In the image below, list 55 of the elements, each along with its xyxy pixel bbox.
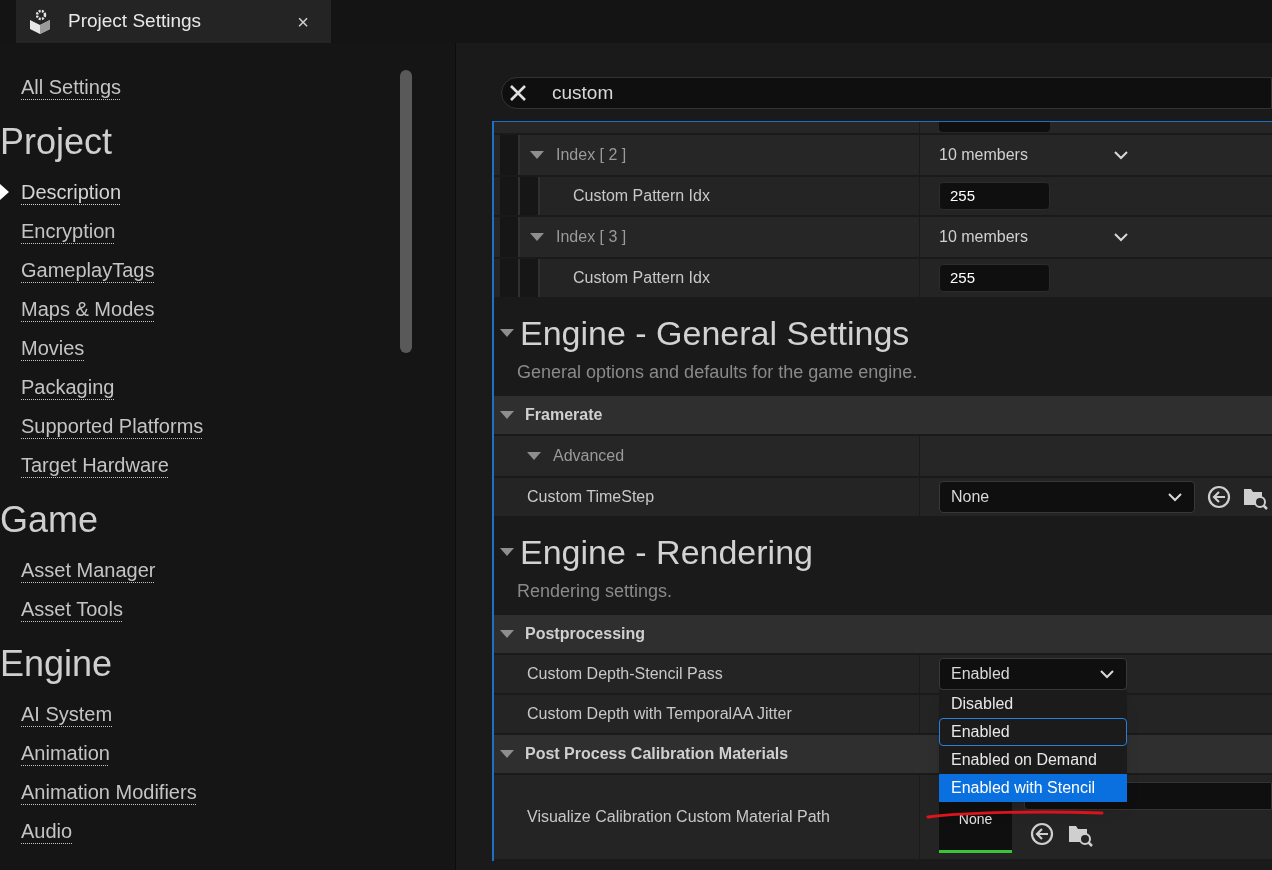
sidebar-link[interactable]: Animation Modifiers bbox=[21, 776, 197, 807]
chevron-down-icon bbox=[1099, 667, 1115, 681]
project-settings-tab[interactable]: Project Settings × bbox=[16, 0, 331, 43]
dropdown-option[interactable]: Enabled bbox=[939, 718, 1127, 746]
selection-arrow-icon bbox=[0, 183, 9, 200]
sidebar-link[interactable]: Supported Platforms bbox=[21, 410, 204, 441]
sidebar-link[interactable]: AI System bbox=[21, 698, 113, 729]
sidebar-heading: Game bbox=[0, 499, 99, 540]
sidebar-link[interactable]: Movies bbox=[21, 332, 85, 363]
close-icon bbox=[508, 83, 528, 103]
group-row-label[interactable]: Index [ 2 ] bbox=[520, 135, 627, 175]
tab-title: Project Settings bbox=[68, 9, 203, 34]
section-header[interactable]: Engine - Rendering bbox=[500, 532, 1272, 572]
scrollbar-thumb[interactable] bbox=[400, 70, 412, 353]
sidebar-link[interactable]: Packaging bbox=[21, 371, 115, 402]
number-field[interactable] bbox=[939, 122, 1050, 132]
section-description: General options and defaults for the game engine. bbox=[517, 361, 918, 384]
sidebar-heading: Project bbox=[0, 121, 113, 162]
dropdown-option[interactable]: Disabled bbox=[939, 690, 1127, 718]
category-header[interactable]: Postprocessing bbox=[494, 615, 1272, 655]
property-label: Custom TimeStep bbox=[526, 487, 655, 507]
number-field[interactable]: 255 bbox=[939, 182, 1050, 210]
sidebar-link[interactable]: Description bbox=[21, 176, 122, 207]
sidebar-heading: Engine bbox=[0, 643, 113, 684]
group-row-label[interactable]: Index [ 3 ] bbox=[520, 217, 627, 257]
members-dropdown[interactable]: 10 members bbox=[939, 143, 1129, 167]
sidebar-link[interactable]: All Settings bbox=[21, 71, 122, 102]
sidebar-link[interactable]: Maps & Modes bbox=[21, 293, 155, 324]
property-label: Custom Pattern Idx bbox=[572, 186, 710, 206]
combo-box[interactable]: None bbox=[939, 481, 1195, 513]
property-label: Custom Depth-Stencil Pass bbox=[526, 664, 723, 684]
search-field[interactable]: custom bbox=[501, 77, 1272, 109]
sidebar-link[interactable]: Target Hardware bbox=[21, 449, 169, 480]
section-description: Rendering settings. bbox=[517, 580, 673, 603]
sidebar-link[interactable]: Audio bbox=[21, 815, 73, 846]
property-label: Custom Pattern Idx bbox=[572, 268, 710, 288]
dropdown-option[interactable]: Enabled with Stencil bbox=[939, 774, 1127, 802]
group-row-label[interactable]: Advanced bbox=[500, 436, 625, 476]
property-label: Visualize Calibration Custom Material Path bbox=[526, 807, 830, 827]
sidebar-link[interactable]: Encryption bbox=[21, 215, 116, 246]
category-header[interactable]: Framerate bbox=[494, 396, 1272, 436]
number-field[interactable]: 255 bbox=[939, 264, 1050, 292]
sidebar-link[interactable]: Asset Manager bbox=[21, 554, 156, 585]
chevron-down-icon bbox=[1167, 490, 1183, 504]
chevron-down-icon bbox=[1113, 230, 1129, 244]
close-icon: × bbox=[297, 11, 309, 32]
combo-box[interactable]: Enabled bbox=[939, 658, 1127, 690]
sidebar-link[interactable]: Asset Tools bbox=[21, 593, 123, 624]
sidebar-link[interactable]: GameplayTags bbox=[21, 254, 155, 285]
property-label: Custom Depth with TemporalAA Jitter bbox=[526, 704, 792, 724]
dropdown-option[interactable]: Enabled on Demand bbox=[939, 746, 1127, 774]
section-header[interactable]: Engine - General Settings bbox=[500, 313, 1272, 353]
chevron-down-icon bbox=[1113, 148, 1129, 162]
members-dropdown[interactable]: 10 members bbox=[939, 225, 1129, 249]
sidebar-link[interactable]: Animation bbox=[21, 737, 110, 768]
